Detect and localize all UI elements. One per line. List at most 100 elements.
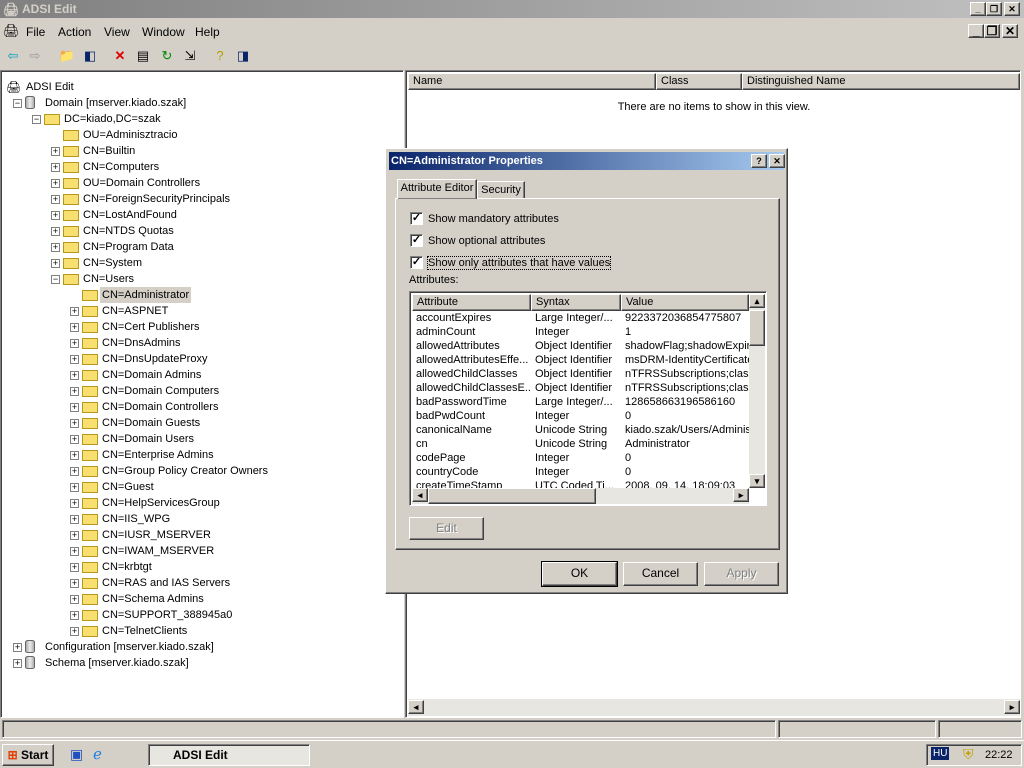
tree-item[interactable]: + CN=HelpServicesGroup	[1, 495, 401, 511]
expand-icon[interactable]: +	[70, 435, 79, 444]
expand-icon[interactable]: +	[70, 515, 79, 524]
menu-window[interactable]: Window	[142, 25, 185, 39]
menu-help[interactable]: Help	[195, 25, 220, 39]
tree-item[interactable]: + CN=RAS and IAS Servers	[1, 575, 401, 591]
security-shield-icon[interactable]: ⛨	[963, 746, 974, 763]
vertical-scrollbar[interactable]: ▴ ▾	[749, 294, 765, 488]
scroll-left-button[interactable]: ◂	[408, 700, 424, 714]
column-header-name[interactable]: Name	[408, 73, 656, 90]
attribute-row[interactable]: allowedAttributesEffe... Object Identifie…	[410, 353, 749, 367]
apply-button[interactable]: Apply	[704, 562, 779, 586]
expand-icon[interactable]: +	[51, 195, 60, 204]
delete-icon[interactable]: ✕	[111, 47, 129, 65]
tree-item[interactable]: CN=Administrator	[1, 287, 401, 303]
tree-item[interactable]: + CN=Computers	[1, 159, 401, 175]
cancel-button[interactable]: Cancel	[623, 562, 698, 586]
tree-item[interactable]: + CN=Group Policy Creator Owners	[1, 463, 401, 479]
dialog-close-button[interactable]: ✕	[769, 154, 785, 168]
expand-icon[interactable]: +	[13, 659, 22, 668]
expand-icon[interactable]: +	[70, 579, 79, 588]
scroll-left-button[interactable]: ◂	[412, 488, 428, 502]
tree-item[interactable]: + CN=DnsUpdateProxy	[1, 351, 401, 367]
attribute-row[interactable]: allowedAttributes Object Identifier shadow…	[410, 339, 749, 353]
show-hide-tree-icon[interactable]: ◧	[81, 47, 99, 65]
tree-item[interactable]: + CN=SUPPORT_388945a0	[1, 607, 401, 623]
close-button[interactable]: ✕	[1004, 2, 1020, 16]
language-indicator[interactable]: HU	[931, 747, 950, 760]
refresh-icon[interactable]: ↻	[158, 47, 176, 65]
tree-item[interactable]: OU=Adminisztracio	[1, 127, 401, 143]
tree-item[interactable]: + CN=krbtgt	[1, 559, 401, 575]
scroll-right-button[interactable]: ▸	[1004, 700, 1020, 714]
attribute-row[interactable]: codePage Integer 0	[410, 451, 749, 465]
menu-action[interactable]: Action	[58, 25, 91, 39]
tree-item[interactable]: + CN=Schema Admins	[1, 591, 401, 607]
expand-icon[interactable]: +	[51, 147, 60, 156]
taskbar-item-adsi-edit[interactable]: ADSI Edit	[148, 744, 310, 766]
tree-item[interactable]: + CN=Domain Users	[1, 431, 401, 447]
expand-icon[interactable]: +	[51, 259, 60, 268]
attribute-row[interactable]: cn Unicode String Administrator	[410, 437, 749, 451]
expand-icon[interactable]: +	[13, 643, 22, 652]
checkbox-label[interactable]: Show mandatory attributes	[428, 213, 559, 225]
tree-item[interactable]: − CN=Users	[1, 271, 401, 287]
expand-icon[interactable]: +	[51, 243, 60, 252]
expand-icon[interactable]: +	[51, 179, 60, 188]
expand-icon[interactable]: +	[51, 227, 60, 236]
checkbox-label[interactable]: Show only attributes that have values	[426, 256, 612, 270]
show-action-pane-icon[interactable]: ◨	[234, 47, 252, 65]
tree-item[interactable]: + CN=Program Data	[1, 239, 401, 255]
tree-item[interactable]: + CN=ASPNET	[1, 303, 401, 319]
column-header-value[interactable]: Value	[621, 294, 749, 311]
column-header-class[interactable]: Class	[656, 73, 742, 90]
tree-item[interactable]: + CN=Enterprise Admins	[1, 447, 401, 463]
tree-item[interactable]: + CN=DnsAdmins	[1, 335, 401, 351]
expand-icon[interactable]: +	[70, 451, 79, 460]
column-header-dn[interactable]: Distinguished Name	[742, 73, 1020, 90]
expand-icon[interactable]: +	[70, 595, 79, 604]
expand-icon[interactable]: +	[51, 163, 60, 172]
attribute-row[interactable]: canonicalName Unicode String kiado.szak/Us…	[410, 423, 749, 437]
tree-item[interactable]: + CN=System	[1, 255, 401, 271]
restore-button[interactable]: ❐	[986, 2, 1002, 16]
expand-icon[interactable]: +	[70, 419, 79, 428]
tree-item[interactable]: + CN=IWAM_MSERVER	[1, 543, 401, 559]
expand-icon[interactable]: +	[70, 563, 79, 572]
attribute-row[interactable]: badPasswordTime Large Integer/... 12865866…	[410, 395, 749, 409]
tab-security[interactable]: Security	[477, 181, 525, 199]
attribute-row[interactable]: allowedChildClasses Object Identifier nTFR…	[410, 367, 749, 381]
attribute-row[interactable]: allowedChildClassesE... Object Identifier…	[410, 381, 749, 395]
attribute-row[interactable]: countryCode Integer 0	[410, 465, 749, 479]
collapse-icon[interactable]: −	[32, 115, 41, 124]
expand-icon[interactable]: +	[70, 403, 79, 412]
expand-icon[interactable]: +	[70, 499, 79, 508]
start-button[interactable]: ⊞ Start	[2, 744, 54, 766]
tree-item[interactable]: + CN=Domain Controllers	[1, 399, 401, 415]
expand-icon[interactable]: +	[70, 387, 79, 396]
expand-icon[interactable]: +	[70, 307, 79, 316]
checkbox[interactable]: ✓	[410, 212, 423, 225]
expand-icon[interactable]: +	[70, 531, 79, 540]
collapse-icon[interactable]: −	[51, 275, 60, 284]
tree-item[interactable]: + CN=Cert Publishers	[1, 319, 401, 335]
scroll-thumb[interactable]	[428, 488, 596, 504]
help-icon[interactable]: ?	[211, 47, 229, 65]
menu-file[interactable]: File	[26, 25, 45, 39]
scroll-right-button[interactable]: ▸	[733, 488, 749, 502]
expand-icon[interactable]: +	[70, 467, 79, 476]
minimize-button[interactable]: _	[970, 2, 986, 16]
tab-attribute-editor[interactable]: Attribute Editor	[397, 179, 477, 199]
attribute-row[interactable]: badPwdCount Integer 0	[410, 409, 749, 423]
expand-icon[interactable]: +	[70, 547, 79, 556]
tree-item[interactable]: + CN=IIS_WPG	[1, 511, 401, 527]
menu-view[interactable]: View	[104, 25, 130, 39]
expand-icon[interactable]: +	[70, 355, 79, 364]
scroll-thumb[interactable]	[749, 310, 765, 346]
child-close-button[interactable]: ✕	[1002, 24, 1018, 38]
checkbox[interactable]: ✓	[410, 234, 423, 247]
back-icon[interactable]: ⇦	[4, 47, 22, 65]
child-minimize-button[interactable]: _	[968, 24, 984, 38]
show-desktop-icon[interactable]: ▣	[70, 746, 83, 763]
tree-item[interactable]: + CN=Domain Guests	[1, 415, 401, 431]
dialog-help-button[interactable]: ?	[751, 154, 767, 168]
